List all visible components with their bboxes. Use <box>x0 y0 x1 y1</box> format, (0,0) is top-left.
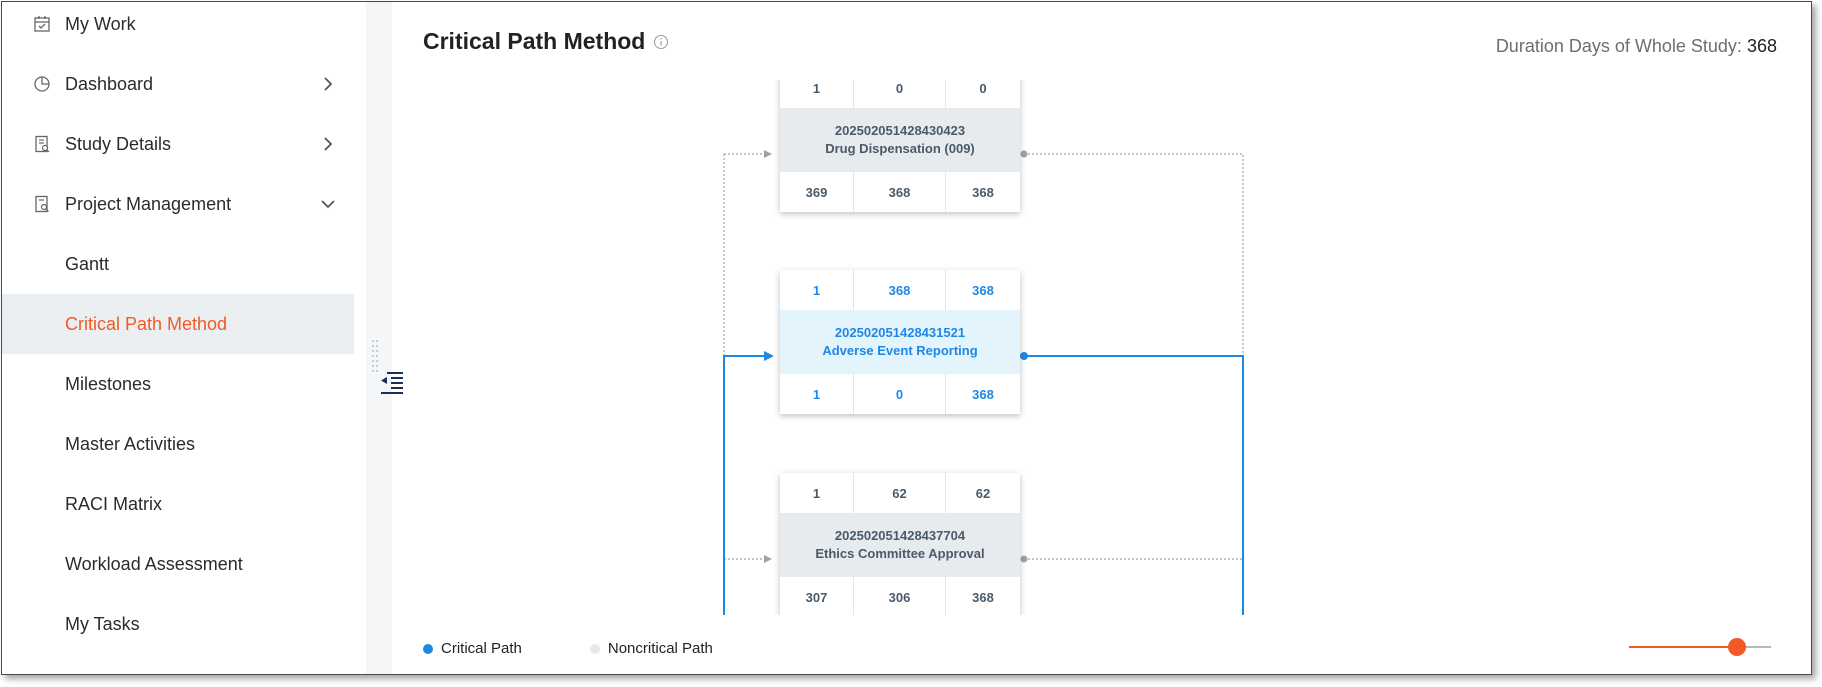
connector-line <box>1024 153 1244 615</box>
chevron-down-icon <box>320 196 336 212</box>
sidebar-item-label: Workload Assessment <box>65 553 243 574</box>
node-value: 368 <box>972 184 994 200</box>
node-id: 202502051428437704 <box>834 528 966 543</box>
sidebar-item-label: Gantt <box>65 253 110 274</box>
legend-label: Noncritical Path <box>607 640 713 657</box>
sidebar-item-label: Master Activities <box>65 433 196 454</box>
sidebar-item-label: Critical Path Method <box>65 313 228 334</box>
sidebar-item-raci-matrix[interactable]: RACI Matrix <box>2 474 354 534</box>
app-window: My Work Dashboard Study Details Project … <box>1 1 1812 675</box>
cpm-node-critical[interactable]: 1 368 368 202502051428431521 Adverse Eve… <box>780 270 1020 414</box>
sidebar-item-my-work[interactable]: My Work <box>2 2 354 54</box>
node-value: 307 <box>780 577 854 615</box>
node-value: 62 <box>975 485 991 501</box>
node-label: 202502051428437704 Ethics Committee Appr… <box>780 513 1020 577</box>
node-id: 202502051428431521 <box>834 325 966 340</box>
zoom-track-fill <box>1629 646 1737 648</box>
critical-connector-line <box>723 355 764 615</box>
sidebar-item-label: Study Details <box>65 133 172 154</box>
sidebar-item-project-management[interactable]: Project Management <box>2 174 354 234</box>
node-value: 0 <box>854 80 946 108</box>
sidebar-item-master-activities[interactable]: Master Activities <box>2 414 354 474</box>
node-value: 368 <box>972 589 994 605</box>
critical-connector-dot <box>1020 352 1028 360</box>
sidebar-item-study-details[interactable]: Study Details <box>2 114 354 174</box>
duration-value: 368 <box>1746 36 1777 56</box>
node-label: 202502051428430423 Drug Dispensation (00… <box>780 108 1020 172</box>
diagram-connectors <box>723 150 1244 615</box>
node-value: 368 <box>972 386 994 402</box>
node-value: 369 <box>780 172 854 212</box>
connector-arrow <box>764 150 772 158</box>
node-value: 1 <box>780 270 854 310</box>
cpm-node[interactable]: 1 62 62 202502051428437704 Ethics Commit… <box>780 473 1020 615</box>
zoom-slider[interactable] <box>1629 637 1771 657</box>
connector-dot <box>1020 555 1028 563</box>
node-value: 1 <box>780 80 854 108</box>
node-top-row: 1 368 368 <box>780 270 1020 310</box>
duration-label: Duration Days of Whole Study: <box>1495 36 1742 56</box>
sidebar-item-label: Project Management <box>65 193 232 214</box>
sidebar-item-label: My Work <box>65 13 136 34</box>
sidebar-item-workload-assessment[interactable]: Workload Assessment <box>2 534 354 594</box>
sidebar-item-dashboard[interactable]: Dashboard <box>2 54 354 114</box>
legend-item-critical: Critical Path <box>423 640 522 657</box>
node-bottom-row: 1 0 368 <box>780 374 1020 414</box>
calendar-check-icon <box>32 14 52 34</box>
main-content: Critical Path Method Duration Days of Wh… <box>392 2 1811 674</box>
sidebar-item-milestones[interactable]: Milestones <box>2 354 354 414</box>
node-name: Drug Dispensation (009) <box>825 141 975 156</box>
node-value: 0 <box>979 80 987 96</box>
connector-dot <box>1020 150 1028 158</box>
node-value: 62 <box>854 473 946 513</box>
legend-dot-critical <box>423 643 433 654</box>
node-value: 368 <box>854 172 946 212</box>
sidebar-item-label: Milestones <box>65 373 152 394</box>
node-top-row: 1 0 0 <box>780 80 1020 108</box>
zoom-thumb[interactable] <box>1728 638 1746 656</box>
sidebar: My Work Dashboard Study Details Project … <box>2 2 354 674</box>
legend-label: Critical Path <box>441 640 522 657</box>
sidebar-item-critical-path-method[interactable]: Critical Path Method <box>2 294 354 354</box>
legend-dot-noncritical <box>589 643 600 654</box>
cpm-diagram[interactable]: 1 0 0 202502051428430423 Drug Dispensati… <box>392 80 1811 615</box>
pie-chart-icon <box>32 74 52 94</box>
node-top-row: 1 62 62 <box>780 473 1020 513</box>
sidebar-item-label: Dashboard <box>65 73 154 94</box>
node-name: Adverse Event Reporting <box>822 343 978 358</box>
node-id: 202502051428430423 <box>834 123 966 138</box>
node-value: 306 <box>854 577 946 615</box>
sidebar-item-gantt[interactable]: Gantt <box>2 234 354 294</box>
sidebar-resizer[interactable] <box>366 2 403 674</box>
page-title-wrap: Critical Path Method <box>423 28 669 55</box>
study-duration: Duration Days of Whole Study: 368 <box>1496 36 1777 57</box>
legend: Critical Path Noncritical Path <box>423 640 781 657</box>
sidebar-item-label: RACI Matrix <box>65 493 163 514</box>
info-icon[interactable] <box>653 34 669 50</box>
legend-item-noncritical: Noncritical Path <box>589 640 713 657</box>
document-magnify-icon <box>32 194 52 214</box>
node-value: 1 <box>780 374 854 414</box>
node-value: 0 <box>854 374 946 414</box>
connector-arrow <box>764 555 772 563</box>
node-value: 1 <box>780 473 854 513</box>
node-bottom-row: 369 368 368 <box>780 172 1020 212</box>
chevron-right-icon <box>320 76 336 92</box>
sidebar-item-my-tasks[interactable]: My Tasks <box>2 594 354 654</box>
node-label: 202502051428431521 Adverse Event Reporti… <box>780 310 1020 374</box>
chevron-right-icon <box>320 136 336 152</box>
sidebar-item-label: My Tasks <box>65 613 140 634</box>
node-value: 368 <box>972 282 994 298</box>
cpm-node[interactable]: 1 0 0 202502051428430423 Drug Dispensati… <box>780 80 1020 212</box>
document-search-icon <box>32 134 52 154</box>
node-bottom-row: 307 306 368 <box>780 577 1020 615</box>
critical-connector-arrow <box>764 351 774 361</box>
page-title: Critical Path Method <box>423 28 646 54</box>
critical-connector-line <box>1024 355 1244 615</box>
node-name: Ethics Committee Approval <box>815 546 985 561</box>
node-value: 368 <box>854 270 946 310</box>
